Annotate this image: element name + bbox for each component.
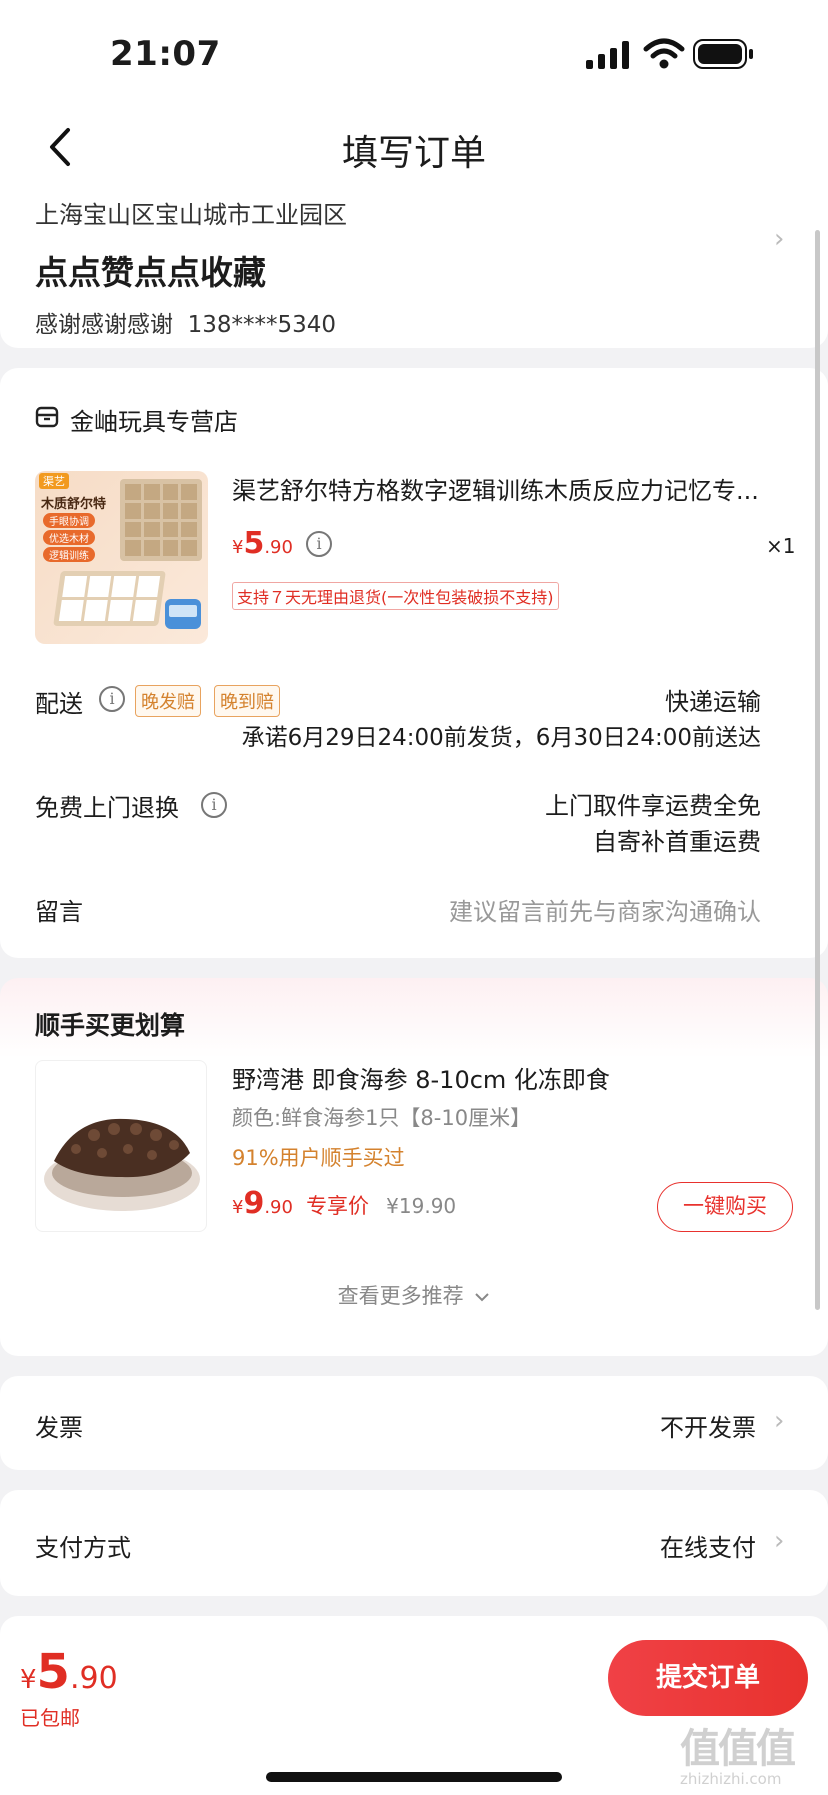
bottom-bar: ¥5.90 已包邮 提交订单 值值值 zhizhizhi.com	[0, 1616, 828, 1795]
see-more-label: 查看更多推荐	[337, 1284, 464, 1308]
addon-section-title: 顺手买更划算	[35, 1011, 186, 1040]
product-image-title: 木质舒尔特	[41, 497, 107, 512]
watermark-logo: 值值值	[680, 1726, 796, 1772]
chevron-right-icon: ›	[774, 224, 785, 254]
chevron-down-icon	[474, 1284, 490, 1308]
store-name[interactable]: 金岫玩具专营店	[70, 402, 238, 437]
number-tiles-graphic	[53, 571, 166, 626]
battery-icon	[693, 39, 755, 73]
addon-image[interactable]	[35, 1060, 207, 1232]
address-contact: 感谢感谢感谢 138****5340	[35, 312, 337, 338]
payment-label: 支付方式	[35, 1534, 131, 1562]
watermark-site: zhizhizhi.com	[680, 1770, 782, 1788]
return-line-1: 上门取件享运费全免	[545, 792, 761, 820]
price-info-icon[interactable]: i	[306, 531, 332, 557]
chevron-right-icon: ›	[774, 1526, 785, 1556]
total-price: ¥5.90	[20, 1644, 118, 1700]
late-arrive-badge: 晚到赔	[214, 685, 280, 717]
return-policy-tag: 支持７天无理由退货(一次性包装破损不支持)	[232, 582, 559, 610]
grid-board-graphic	[120, 479, 202, 561]
timer-graphic	[165, 599, 201, 629]
invoice-value: 不开发票	[660, 1414, 756, 1442]
invoice-label: 发票	[35, 1414, 83, 1442]
signal-icon	[586, 40, 632, 74]
see-more-recommendations[interactable]: 查看更多推荐	[0, 1280, 828, 1310]
free-return-label: 免费上门退换	[35, 794, 179, 822]
page-title: 填写订单	[341, 133, 486, 174]
price-currency: ¥	[232, 537, 244, 558]
product-price: ¥5.90	[232, 526, 293, 561]
price-int: 5	[243, 526, 265, 561]
late-ship-badge: 晚发赔	[135, 685, 201, 717]
price-currency: ¥	[20, 1665, 37, 1695]
chevron-right-icon: ›	[774, 1406, 785, 1436]
store-icon	[35, 405, 59, 433]
delivery-label: 配送	[35, 690, 83, 718]
addon-spec: 颜色:鲜食海参1只【8-10厘米】	[232, 1106, 532, 1130]
return-line-2: 自寄补首重运费	[593, 828, 761, 856]
payment-value: 在线支付	[660, 1534, 756, 1562]
order-card: 金岫玩具专营店 渠艺 木质舒尔特 手眼协调 优选木材 逻辑训练 渠艺舒尔特方格数…	[0, 368, 828, 958]
product-name[interactable]: 渠艺舒尔特方格数字逻辑训练木质反应力记忆专...	[232, 471, 792, 506]
home-indicator	[266, 1772, 562, 1782]
status-time: 21:07	[110, 34, 221, 74]
price-int: 5	[36, 1644, 70, 1700]
return-info-icon[interactable]: i	[201, 792, 227, 818]
product-tag: 手眼协调	[43, 513, 95, 528]
price-currency: ¥	[232, 1197, 244, 1218]
product-brand-badge: 渠艺	[39, 473, 69, 489]
wifi-icon	[643, 38, 685, 74]
scrollbar[interactable]	[815, 230, 820, 1310]
submit-order-button[interactable]: 提交订单	[608, 1640, 808, 1716]
price-dec: .90	[264, 1197, 293, 1218]
delivery-method: 快递运输	[665, 688, 761, 716]
address-region: 上海宝山区宝山城市工业园区	[35, 201, 347, 229]
addon-card: 顺手买更划算 野湾港 即食海参 8-10cm 化冻即食 颜色:鲜食海参1只【8-…	[0, 978, 828, 1356]
addon-price: ¥9.90 专享价 ¥19.90	[232, 1186, 456, 1221]
product-image[interactable]: 渠艺 木质舒尔特 手眼协调 优选木材 逻辑训练	[35, 471, 208, 644]
original-price: ¥19.90	[386, 1194, 457, 1218]
addon-name[interactable]: 野湾港 即食海参 8-10cm 化冻即食	[232, 1060, 610, 1095]
message-label: 留言	[35, 898, 83, 926]
sea-cucumber-image	[44, 1118, 200, 1211]
delivery-promise: 承诺6月29日24:00前发货，6月30日24:00前送达	[241, 725, 761, 751]
one-click-buy-button[interactable]: 一键购买	[657, 1182, 793, 1232]
addon-social-proof: 91%用户顺手买过	[232, 1146, 405, 1170]
address-card[interactable]: 上海宝山区宝山城市工业园区 点点赞点点收藏 感谢感谢感谢 138****5340…	[0, 190, 828, 348]
message-input[interactable]: 建议留言前先与商家沟通确认	[449, 892, 761, 927]
shipping-status: 已包邮	[20, 1706, 80, 1730]
address-detail: 点点赞点点收藏	[35, 253, 266, 292]
invoice-row[interactable]: 发票 不开发票 ›	[0, 1376, 828, 1470]
price-dec: .90	[264, 537, 293, 558]
payment-row[interactable]: 支付方式 在线支付 ›	[0, 1490, 828, 1596]
price-int: 9	[243, 1186, 265, 1221]
product-qty: ×1	[766, 534, 796, 558]
price-dec: .90	[69, 1661, 118, 1696]
product-tag: 逻辑训练	[43, 547, 95, 562]
delivery-info-icon[interactable]: i	[99, 686, 125, 712]
watermark: 值值值 zhizhizhi.com	[680, 1716, 796, 1788]
price-tag: 专享价	[306, 1194, 370, 1218]
product-tag: 优选木材	[43, 530, 95, 545]
